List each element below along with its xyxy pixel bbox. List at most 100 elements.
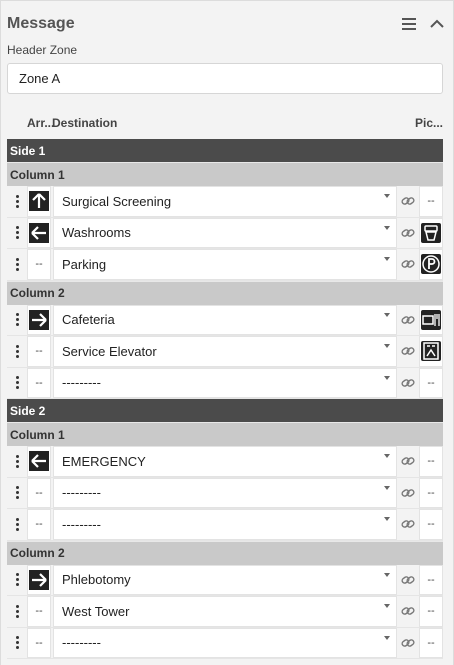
drag-handle-icon[interactable] — [7, 596, 27, 627]
link-icon[interactable] — [397, 478, 419, 509]
dropdown-caret-icon — [384, 375, 390, 380]
destination-dropdown[interactable]: EMERGENCY — [53, 446, 397, 477]
drag-handle-icon[interactable] — [7, 446, 27, 477]
drag-handle-icon[interactable] — [7, 628, 27, 659]
pictogram-selector[interactable]: -- — [419, 186, 443, 217]
destination-dropdown[interactable]: Cafeteria — [53, 304, 397, 335]
destination-text: --------- — [62, 485, 101, 501]
destination-text: Service Elevator — [62, 343, 157, 359]
link-icon[interactable] — [397, 218, 419, 249]
pictogram-selector[interactable]: -- — [419, 564, 443, 595]
drag-handle-icon[interactable] — [7, 249, 27, 280]
dropdown-caret-icon — [384, 635, 390, 640]
drag-handle-icon[interactable] — [7, 336, 27, 367]
dropdown-caret-icon — [384, 604, 390, 608]
destination-dropdown[interactable]: West Tower — [53, 596, 397, 627]
link-icon[interactable] — [397, 565, 419, 596]
column-group-label: Column 2 — [10, 546, 65, 560]
dropdown-caret-icon — [384, 257, 390, 261]
destination-dropdown[interactable]: --------- — [53, 367, 397, 398]
arrow-column-header[interactable]: Arr... — [27, 116, 54, 130]
header-zone-input[interactable] — [7, 63, 443, 94]
pictogram-selector[interactable] — [419, 249, 443, 280]
pictogram-selector[interactable] — [419, 336, 443, 367]
column-group-row: Column 1 — [7, 162, 443, 186]
link-icon[interactable] — [397, 368, 419, 399]
link-icon[interactable] — [397, 336, 419, 367]
table-row: -- --------- -- — [7, 509, 443, 541]
destination-dropdown[interactable]: --------- — [53, 477, 397, 508]
destination-dropdown[interactable]: Surgical Screening — [53, 186, 397, 217]
empty-pictogram-text: -- — [427, 518, 435, 531]
pictogram-selector[interactable]: -- — [419, 596, 443, 627]
destination-text: Washrooms — [62, 225, 131, 241]
destination-column-header[interactable]: Destination — [52, 116, 117, 130]
empty-pictogram-text: -- — [427, 455, 435, 468]
arrow-selector[interactable] — [27, 304, 51, 335]
arrow-selector[interactable] — [27, 186, 51, 217]
arrow-right-icon — [29, 309, 49, 330]
empty-arrow-text: -- — [35, 518, 43, 531]
destination-dropdown[interactable]: --------- — [53, 509, 397, 540]
destination-dropdown[interactable]: Parking — [53, 249, 397, 280]
table-row: Surgical Screening -- — [7, 186, 443, 218]
washroom-icon — [421, 222, 441, 243]
link-icon[interactable] — [397, 305, 419, 336]
dropdown-caret-icon — [384, 454, 390, 458]
arrow-selector[interactable] — [27, 217, 51, 248]
side-label: Side 1 — [10, 143, 46, 158]
link-icon[interactable] — [397, 446, 419, 477]
arrow-selector[interactable]: -- — [27, 596, 51, 627]
drag-handle-icon[interactable] — [7, 218, 27, 249]
destination-dropdown[interactable]: Phlebotomy — [53, 564, 397, 595]
arrow-selector[interactable]: -- — [27, 509, 51, 540]
arrow-selector[interactable] — [27, 446, 51, 477]
destination-dropdown[interactable]: Washrooms — [53, 217, 397, 248]
column-group-row: Column 1 — [7, 422, 443, 446]
link-icon[interactable] — [397, 596, 419, 627]
pictogram-selector[interactable]: -- — [419, 509, 443, 540]
arrow-selector[interactable] — [27, 564, 51, 595]
empty-pictogram-text: -- — [427, 195, 435, 208]
empty-pictogram-text: -- — [427, 376, 435, 389]
pictogram-selector[interactable] — [419, 304, 443, 335]
drag-handle-icon[interactable] — [7, 305, 27, 336]
arrow-selector[interactable]: -- — [27, 249, 51, 280]
pictogram-selector[interactable]: -- — [419, 627, 443, 658]
destination-text: --------- — [62, 516, 101, 532]
parking-icon — [421, 254, 441, 275]
destination-text: --------- — [62, 635, 101, 651]
drag-handle-icon[interactable] — [7, 509, 27, 540]
arrow-selector[interactable]: -- — [27, 367, 51, 398]
empty-arrow-text: -- — [35, 605, 43, 618]
side-header-row: Side 2 — [7, 399, 443, 422]
elevator-icon — [421, 341, 441, 362]
pictogram-column-header[interactable]: Pic... — [415, 116, 443, 130]
pictogram-selector[interactable]: -- — [419, 446, 443, 477]
collapse-chevron-up-icon[interactable] — [428, 15, 446, 33]
pictogram-selector[interactable]: -- — [419, 477, 443, 508]
table-column-headers: Arr... Destination Pic... — [7, 116, 443, 132]
pictogram-selector[interactable]: -- — [419, 367, 443, 398]
dropdown-caret-icon — [384, 485, 390, 490]
header-zone-label: Header Zone — [7, 43, 78, 57]
menu-icon[interactable] — [400, 15, 418, 33]
link-icon[interactable] — [397, 186, 419, 217]
dropdown-caret-icon — [384, 312, 390, 317]
panel-header: Message — [7, 12, 446, 36]
link-icon[interactable] — [397, 249, 419, 280]
pictogram-selector[interactable] — [419, 217, 443, 248]
link-icon[interactable] — [397, 509, 419, 540]
destination-dropdown[interactable]: --------- — [53, 627, 397, 658]
link-icon[interactable] — [397, 628, 419, 659]
table-row: -- --------- -- — [7, 627, 443, 659]
arrow-selector[interactable]: -- — [27, 477, 51, 508]
arrow-selector[interactable]: -- — [27, 336, 51, 367]
drag-handle-icon[interactable] — [7, 478, 27, 509]
destination-dropdown[interactable]: Service Elevator — [53, 336, 397, 367]
dropdown-caret-icon — [384, 194, 390, 198]
arrow-selector[interactable]: -- — [27, 627, 51, 658]
drag-handle-icon[interactable] — [7, 186, 27, 217]
drag-handle-icon[interactable] — [7, 368, 27, 399]
drag-handle-icon[interactable] — [7, 565, 27, 596]
